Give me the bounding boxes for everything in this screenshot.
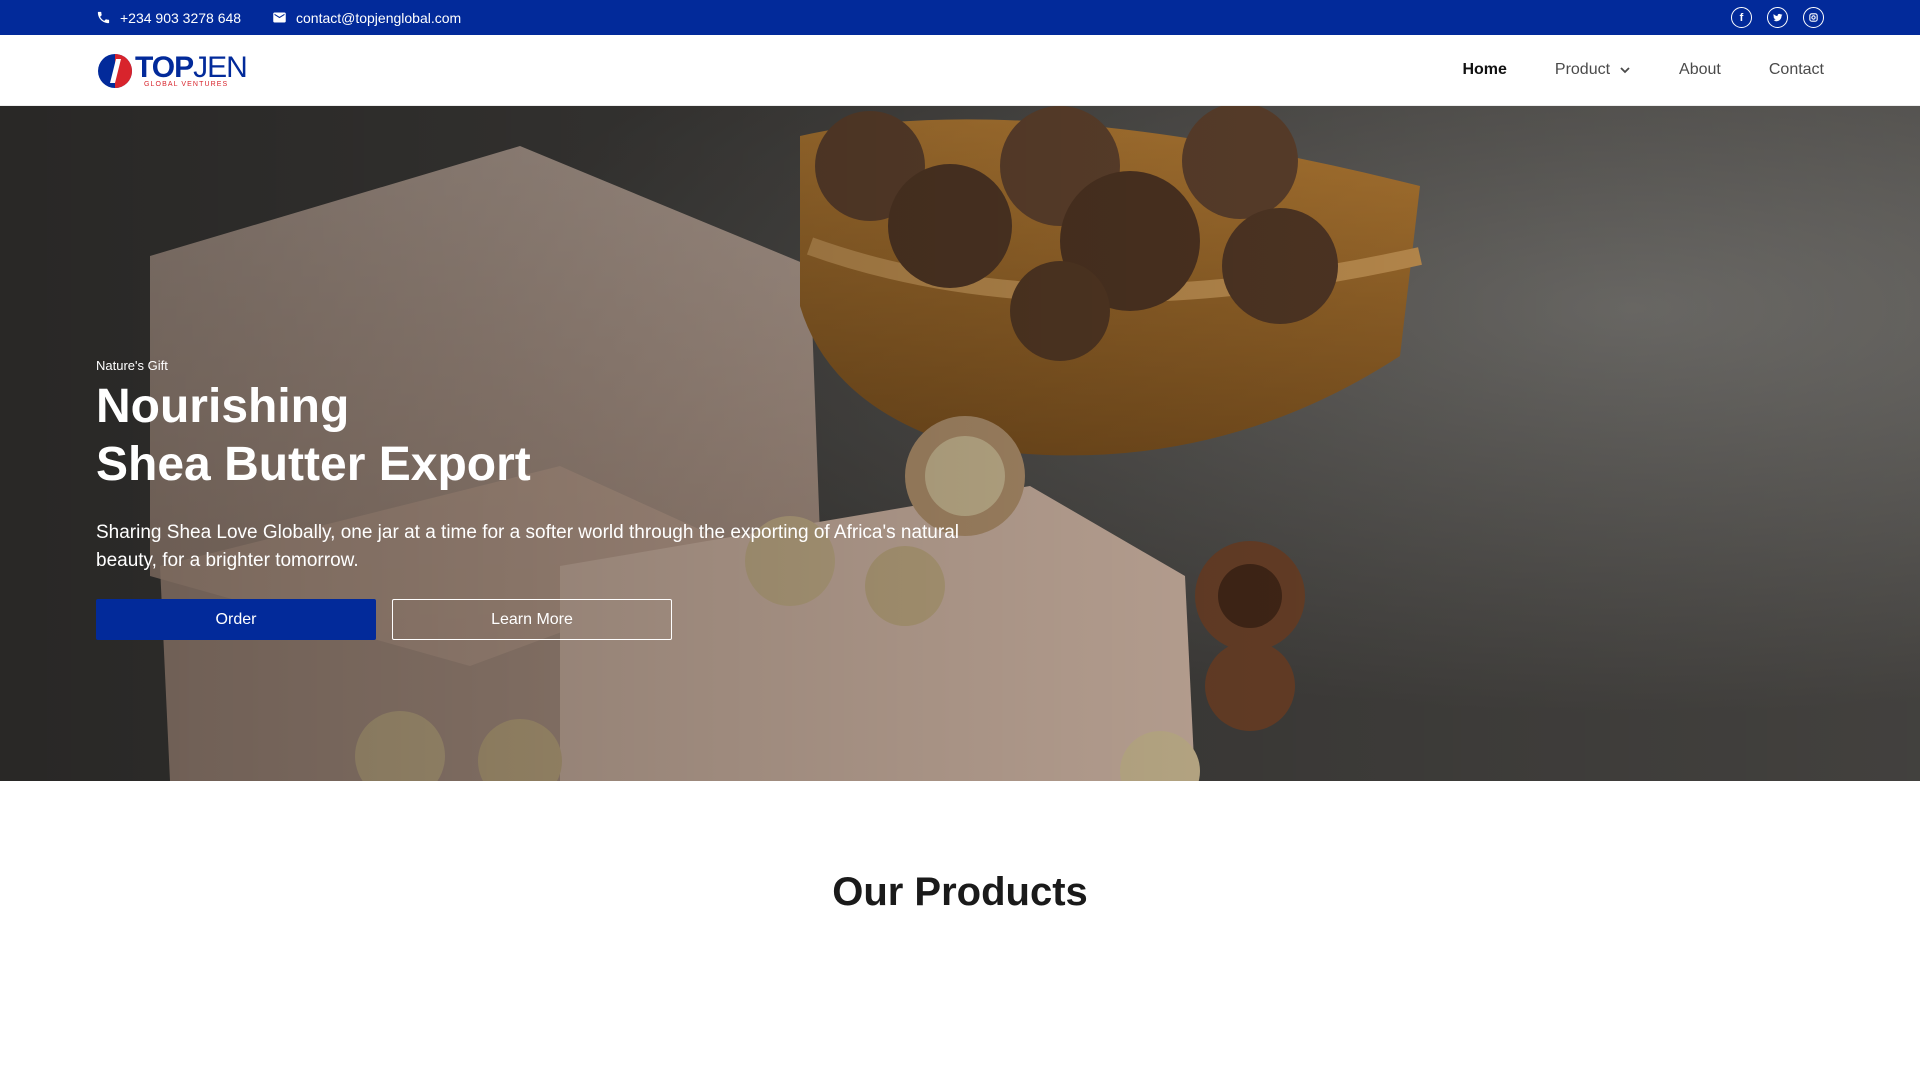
hero-title: Nourishing Shea Butter Export [96, 378, 976, 494]
email-address[interactable]: contact@topjenglobal.com [296, 10, 461, 26]
hero-eyebrow: Nature's Gift [96, 358, 168, 373]
hero-title-line-2: Shea Butter Export [96, 438, 531, 491]
hero-content: Nature's Gift Nourishing Shea Butter Exp… [96, 358, 976, 640]
logo-word-top: TOP [135, 51, 194, 84]
email-contact[interactable]: contact@topjenglobal.com [272, 0, 461, 35]
logo-text: TOPJEN GLOBAL VENTURES [135, 51, 248, 90]
top-contact-bar: +234 903 3278 648 contact@topjenglobal.c… [0, 0, 1920, 35]
social-links: f [1731, 0, 1824, 35]
main-navbar: TOPJEN GLOBAL VENTURES Home Product Abou… [0, 35, 1920, 106]
twitter-icon[interactable] [1767, 7, 1788, 28]
nav-menu: Home Product About Contact [1462, 35, 1824, 105]
hero-section: Nature's Gift Nourishing Shea Butter Exp… [0, 106, 1920, 781]
nav-contact[interactable]: Contact [1769, 61, 1824, 79]
phone-number[interactable]: +234 903 3278 648 [120, 10, 241, 26]
phone-icon [97, 11, 110, 24]
order-button[interactable]: Order [96, 599, 376, 640]
nav-product[interactable]: Product [1555, 61, 1631, 79]
logo-icon [98, 54, 132, 88]
chevron-down-icon [1620, 67, 1630, 74]
facebook-icon[interactable]: f [1731, 7, 1752, 28]
hero-buttons: Order Learn More [96, 599, 976, 640]
logo-word-jen: JEN [193, 51, 248, 84]
nav-about[interactable]: About [1679, 61, 1721, 79]
nav-home[interactable]: Home [1462, 61, 1506, 79]
nav-product-label: Product [1554, 61, 1611, 78]
instagram-icon[interactable] [1803, 7, 1824, 28]
hero-description: Sharing Shea Love Globally, one jar at a… [96, 522, 959, 571]
learn-more-button[interactable]: Learn More [392, 599, 672, 640]
logo-tagline: GLOBAL VENTURES [144, 81, 229, 88]
site-logo[interactable]: TOPJEN GLOBAL VENTURES [98, 51, 248, 90]
products-section-title: Our Products [832, 870, 1088, 914]
mail-icon [273, 12, 286, 23]
phone-contact[interactable]: +234 903 3278 648 [96, 0, 241, 35]
hero-title-line-1: Nourishing [96, 380, 350, 433]
